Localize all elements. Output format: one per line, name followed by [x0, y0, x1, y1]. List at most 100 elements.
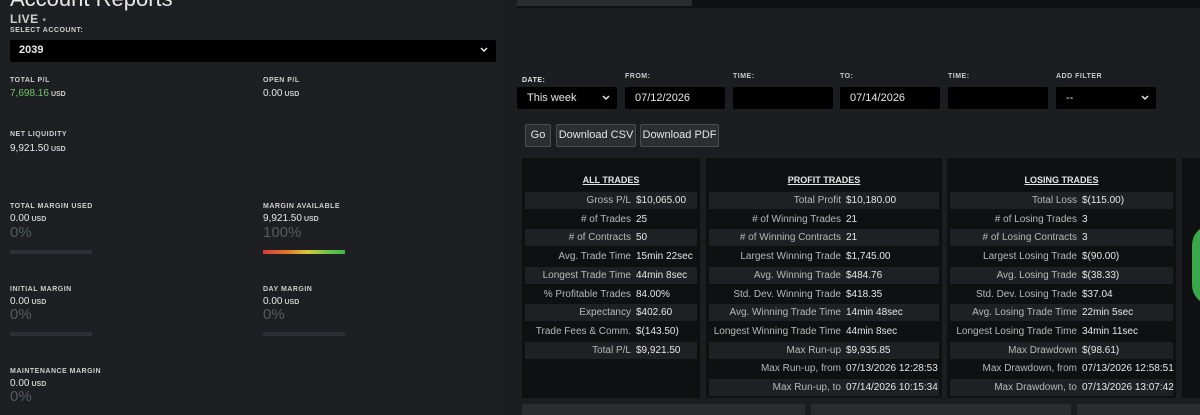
margin-available-percent: 100% — [263, 224, 302, 241]
download-csv-button[interactable]: Download CSV — [556, 124, 636, 147]
stat-value: 50 — [636, 232, 648, 244]
stat-value: $9,935.85 — [846, 344, 891, 356]
profit-trades-row: Longest Winning Trade Time 44min 8sec — [709, 323, 939, 340]
live-status: LIVE • — [10, 12, 47, 26]
stat-value: $418.35 — [846, 288, 883, 300]
profit-trades-row: # of Winning Contracts 21 — [709, 229, 939, 247]
open-pl-amount: 0.00 — [263, 88, 283, 99]
stat-value: $402.60 — [636, 307, 673, 319]
account-sidebar: Account Reports LIVE • SELECT ACCOUNT: 2… — [0, 0, 505, 415]
stat-label: Longest Winning Trade Time — [713, 325, 841, 337]
all-trades-row: Avg. Trade Time 15min 22sec — [525, 248, 697, 265]
stat-label: Max Run-up — [786, 344, 841, 356]
initial-margin-label: INITIAL MARGIN — [10, 286, 72, 293]
open-pl-value: 0.00 USD — [263, 88, 299, 99]
stat-label: # of Losing Contracts — [982, 232, 1078, 244]
from-date-input[interactable]: 07/12/2026 — [625, 87, 725, 109]
losing-trades-row: Largest Losing Trade $(90.00) — [950, 248, 1173, 265]
stat-value: $10,065.00 — [636, 195, 687, 206]
stat-label: Longest Losing Trade Time — [956, 325, 1077, 337]
losing-trades-row: Avg. Losing Trade Time 22min 5sec — [950, 304, 1173, 322]
all-trades-row: % Profitable Trades 84.00% — [525, 286, 697, 303]
to-label: TO: — [840, 73, 854, 80]
stat-label: Max Drawdown — [1008, 344, 1077, 356]
stat-value: 21 — [846, 213, 858, 225]
losing-trades-row: Max Drawdown, from 07/13/2026 12:58:51 — [950, 360, 1174, 377]
bottom-panel-right — [1077, 404, 1200, 415]
losing-trades-row: Longest Losing Trade Time 34min 11sec — [950, 323, 1173, 340]
live-label: LIVE — [10, 12, 39, 26]
from-label: FROM: — [625, 73, 651, 80]
select-account-label: SELECT ACCOUNT: — [10, 27, 84, 34]
maintenance-margin-percent: 0% — [10, 388, 32, 405]
total-margin-used-bar — [10, 250, 92, 254]
go-button[interactable]: Go — [525, 124, 551, 147]
profit-trades-row: Max Run-up, to 07/14/2026 10:15:34 — [709, 379, 939, 396]
all-trades-row: Longest Trade Time 44min 8sec — [525, 266, 697, 284]
stat-value: 84.00% — [636, 288, 670, 300]
account-select-value: 2039 — [19, 44, 44, 56]
margin-available-unit: USD — [303, 216, 319, 223]
chevron-down-icon — [602, 95, 610, 101]
stat-value: 15min 22sec — [636, 251, 693, 263]
time-from-label: TIME: — [733, 73, 755, 80]
download-pdf-button[interactable]: Download PDF — [640, 124, 719, 147]
add-filter-label: ADD FILTER — [1056, 73, 1103, 80]
to-date-value: 07/14/2026 — [850, 92, 906, 104]
total-margin-used-percent: 0% — [10, 224, 32, 241]
day-margin-percent: 0% — [263, 306, 285, 323]
live-dot-icon: • — [42, 15, 47, 26]
stat-label: Trade Fees & Comm. — [535, 325, 631, 337]
chevron-down-icon — [480, 47, 488, 53]
total-pl-unit: USD — [50, 91, 66, 98]
report-tab-active[interactable] — [517, 0, 692, 6]
from-date-value: 07/12/2026 — [635, 92, 691, 104]
stat-label: Std. Dev. Winning Trade — [733, 288, 841, 300]
stat-label: # of Winning Trades — [752, 213, 841, 225]
stat-value: $(115.00) — [1082, 195, 1125, 206]
stat-label: Total Profit — [793, 195, 841, 206]
date-label: DATE: — [522, 77, 546, 84]
account-select[interactable]: 2039 — [10, 40, 496, 62]
losing-trades-row: Total Loss $(115.00) — [950, 192, 1173, 209]
open-pl-label: OPEN P/L — [263, 77, 300, 84]
stat-value: 25 — [636, 213, 648, 225]
time-from-input[interactable] — [733, 87, 833, 109]
profit-trades-row: Max Run-up $9,935.85 — [709, 341, 939, 359]
page-title: Account Reports — [10, 0, 173, 12]
margin-available-bar — [263, 250, 345, 254]
to-date-input[interactable]: 07/14/2026 — [840, 87, 940, 109]
stat-value: $(143.50) — [636, 325, 679, 337]
all-trades-title: ALL TRADES — [582, 175, 640, 185]
open-pl-unit: USD — [284, 91, 300, 98]
chevron-down-icon — [1141, 95, 1149, 101]
stat-label: Avg. Winning Trade Time — [729, 307, 841, 319]
stat-value: $(98.61) — [1082, 344, 1120, 356]
stat-value: 34min 11sec — [1082, 325, 1138, 337]
total-pl-amount: 7,698.16 — [10, 88, 49, 99]
initial-margin-percent: 0% — [10, 306, 32, 323]
profit-trades-row: Std. Dev. Winning Trade $418.35 — [709, 286, 939, 303]
date-range-select[interactable]: This week — [517, 87, 617, 109]
bottom-panel-mid — [811, 404, 1071, 415]
profit-trades-row: Largest Winning Trade $1,745.00 — [709, 248, 939, 265]
total-pl-value: 7,698.16 USD — [10, 88, 66, 99]
stat-value: $9,921.50 — [636, 344, 681, 356]
net-liquidity-unit: USD — [50, 146, 66, 153]
date-range-value: This week — [527, 92, 577, 104]
stat-value: 3 — [1082, 213, 1088, 225]
stat-value: 14min 48sec — [846, 307, 903, 319]
time-to-input[interactable] — [948, 87, 1048, 109]
losing-trades-row: Max Drawdown, to 07/13/2026 13:07:42 — [950, 379, 1174, 396]
total-margin-used-unit: USD — [31, 216, 47, 223]
losing-trades-row: Std. Dev. Losing Trade $37.04 — [950, 286, 1173, 303]
all-trades-row: # of Trades 25 — [525, 211, 697, 228]
total-margin-used-label: TOTAL MARGIN USED — [10, 203, 93, 210]
add-filter-select[interactable]: -- — [1056, 87, 1156, 109]
losing-trades-row: Avg. Losing Trade $(38.33) — [950, 266, 1173, 284]
profit-trades-row: Avg. Winning Trade $484.76 — [709, 266, 939, 284]
net-liquidity-amount: 9,921.50 — [10, 143, 49, 154]
stat-label: # of Trades — [580, 213, 631, 225]
account-reports-screen: { "page": { "title": "Account Reports", … — [0, 0, 1200, 415]
stat-label: Max Drawdown, from — [982, 363, 1077, 375]
